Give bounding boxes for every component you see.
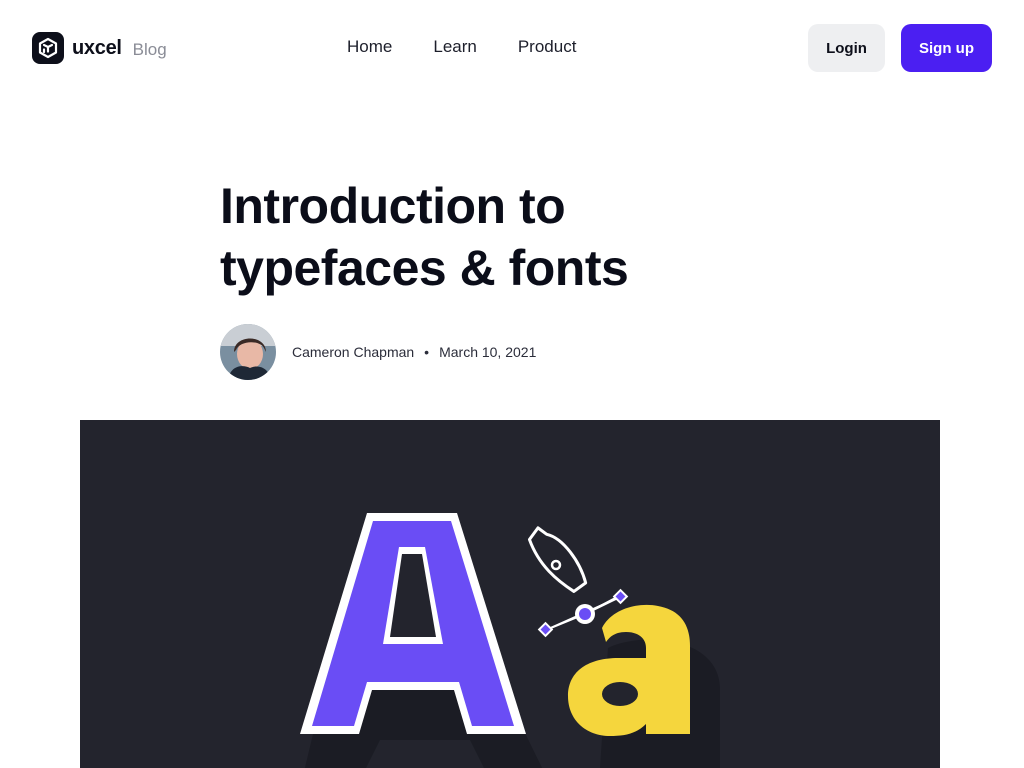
uxcel-logo-icon — [32, 32, 64, 64]
site-header: uxcel Blog Home Learn Product Login Sign… — [0, 0, 1024, 96]
uxcel-logo[interactable]: uxcel Blog — [32, 32, 167, 64]
nav-learn[interactable]: Learn — [433, 37, 476, 57]
author-avatar[interactable] — [220, 324, 276, 380]
article-title-line-1: Introduction to — [220, 178, 566, 234]
article-title: Introduction to typefaces & fonts — [220, 175, 780, 299]
publish-date: March 10, 2021 — [439, 344, 537, 360]
nav-home[interactable]: Home — [347, 37, 392, 57]
nav-product[interactable]: Product — [518, 37, 577, 57]
hero-image — [80, 420, 940, 768]
signup-button[interactable]: Sign up — [901, 24, 992, 72]
author-name[interactable]: Cameron Chapman — [292, 344, 414, 360]
article-meta: Cameron Chapman • March 10, 2021 — [292, 344, 536, 360]
logo-blog-label: Blog — [132, 40, 167, 59]
article-title-line-2: typefaces & fonts — [220, 240, 629, 296]
pen-nib-icon — [527, 526, 588, 593]
typography-illustration — [300, 513, 720, 768]
login-button[interactable]: Login — [808, 24, 885, 72]
main-nav: Home Learn Product — [347, 37, 617, 57]
meta-separator: • — [424, 344, 430, 360]
logo-wordmark: uxcel — [72, 36, 122, 59]
small-letter-a — [568, 604, 690, 736]
